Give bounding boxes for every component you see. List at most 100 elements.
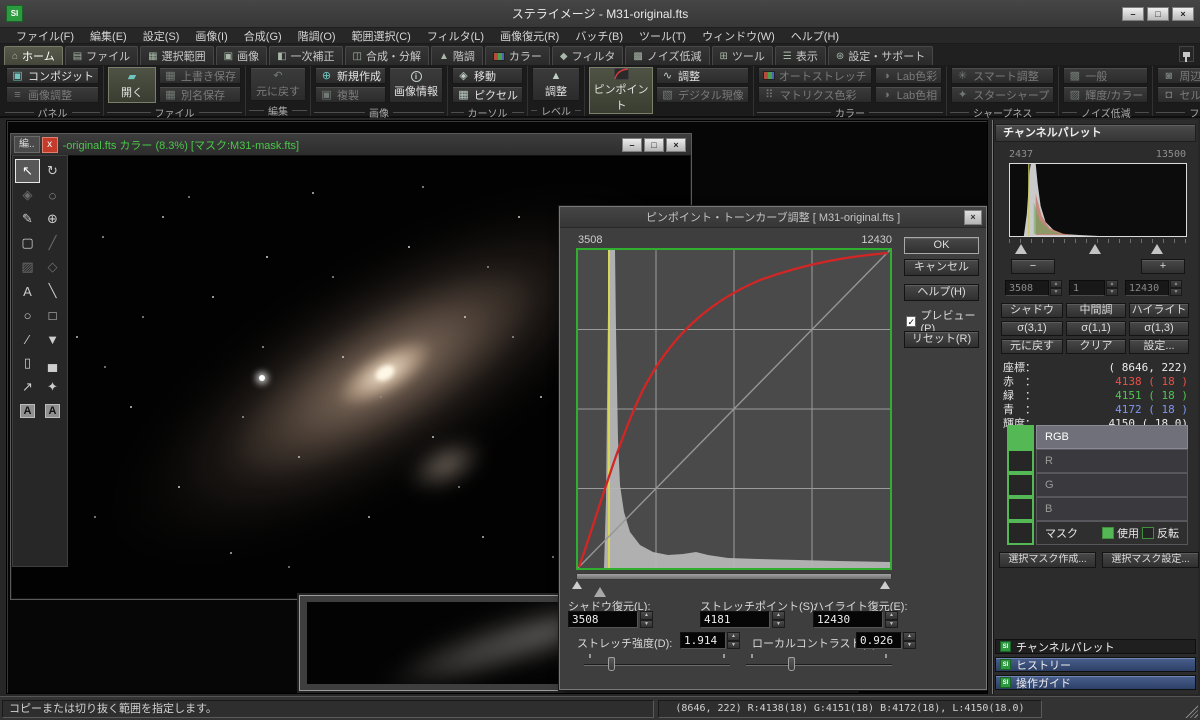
pan-tool[interactable]: ◈ — [15, 183, 40, 207]
create-selection-mask-button[interactable]: 選択マスク作成... — [999, 552, 1096, 568]
channel-row-g[interactable]: G — [1007, 473, 1188, 497]
shadow-spinner[interactable]: ▲▼ — [640, 611, 653, 628]
level-mid-field[interactable] — [1069, 280, 1105, 296]
menu-filter[interactable]: フィルタ(L) — [419, 28, 492, 44]
menu-file[interactable]: ファイル(F) — [8, 28, 82, 44]
pencil-tool[interactable]: ∕ — [15, 327, 40, 351]
rgb-swatch[interactable] — [1007, 425, 1034, 449]
maximize-button[interactable]: □ — [1147, 7, 1169, 21]
menu-settings[interactable]: 設定(S) — [135, 28, 188, 44]
digital-development-button[interactable]: ▧デジタル現像 — [656, 86, 749, 103]
matrix-color-button[interactable]: ⠿マトリクス色彩 — [758, 86, 872, 103]
hist-highlight-marker[interactable] — [1151, 244, 1163, 254]
minimize-button[interactable]: – — [1122, 7, 1144, 21]
tab-settings-support[interactable]: ⊛設定・サポート — [828, 46, 933, 65]
rect-tool[interactable]: □ — [40, 303, 65, 327]
pinpoint-tone-curve-button[interactable]: ピンポイント — [589, 67, 653, 114]
level-min-field[interactable] — [1005, 280, 1049, 296]
menu-edit[interactable]: 編集(E) — [82, 28, 135, 44]
tab-selection[interactable]: ▦選択範囲 — [140, 46, 213, 65]
auto-stretch-button[interactable]: オートストレッチ — [758, 67, 872, 84]
lab-hue-button[interactable]: ◑Lab色相 — [875, 86, 942, 103]
b-swatch[interactable] — [1007, 497, 1034, 521]
self-flat-button[interactable]: ◘セルフフラット — [1157, 86, 1200, 103]
tab-composite-decompose[interactable]: ◫合成・分解 — [345, 46, 429, 65]
operation-guide-bar[interactable]: SI操作ガイド — [995, 675, 1196, 690]
undo-button[interactable]: ↶元に戻す — [250, 67, 306, 101]
ruler-tool[interactable]: ▯ — [15, 351, 40, 375]
r-swatch[interactable] — [1007, 449, 1034, 473]
move-cursor-button[interactable]: ◈移動 — [452, 67, 523, 84]
ribbon-pin-button[interactable] — [1179, 46, 1194, 62]
level-mid-spinner[interactable]: ▲▼ — [1106, 280, 1118, 296]
stretch-spinner[interactable]: ▲▼ — [772, 611, 785, 628]
tab-primary-correction[interactable]: ◧一次補正 — [269, 46, 342, 65]
image-close-button[interactable]: × — [666, 138, 686, 152]
highlight-restore-field[interactable] — [813, 611, 883, 628]
tab-file[interactable]: ▤ファイル — [65, 46, 138, 65]
channel-palette-bar[interactable]: SIチャンネルパレット — [995, 639, 1196, 654]
image-minimize-button[interactable]: – — [622, 138, 642, 152]
level-max-field[interactable] — [1125, 280, 1169, 296]
channel-row-rgb[interactable]: RGB — [1007, 425, 1188, 449]
mask-invert-checkbox[interactable] — [1142, 527, 1154, 539]
slider-thumb[interactable] — [788, 657, 795, 671]
star-sharp-button[interactable]: ✦スターシャープ — [951, 86, 1054, 103]
noise-luminance-color-button[interactable]: ▨輝度/カラー — [1063, 86, 1148, 103]
strength-spinner[interactable]: ▲▼ — [727, 632, 740, 649]
g-swatch[interactable] — [1007, 473, 1034, 497]
menu-gradation[interactable]: 階調(O) — [290, 28, 344, 44]
channel-palette-header[interactable]: チャンネルパレット — [995, 124, 1196, 142]
settings-button[interactable]: 設定... — [1129, 339, 1189, 354]
text-box-tool[interactable]: A — [15, 399, 40, 423]
image-maximize-button[interactable]: □ — [644, 138, 664, 152]
menu-batch[interactable]: バッチ(B) — [567, 28, 631, 44]
tone-curve-chart[interactable] — [576, 248, 892, 570]
hist-shadow-marker[interactable] — [1015, 244, 1027, 254]
vignetting-button[interactable]: ◙周辺減光 — [1157, 67, 1200, 84]
midtone-button[interactable]: 中間調 — [1066, 303, 1126, 318]
menu-restoration[interactable]: 画像復元(R) — [492, 28, 567, 44]
level-min-spinner[interactable]: ▲▼ — [1050, 280, 1062, 296]
highlight-button[interactable]: ハイライト — [1129, 303, 1189, 318]
menu-composite[interactable]: 合成(G) — [236, 28, 290, 44]
tab-noise-reduction[interactable]: ▩ノイズ低減 — [625, 46, 709, 65]
tab-filter[interactable]: ◆フィルタ — [552, 46, 623, 65]
history-bar[interactable]: SIヒストリー — [995, 657, 1196, 672]
duplicate-button[interactable]: ▣複製 — [315, 86, 386, 103]
histogram-minus-button[interactable]: − — [1011, 259, 1055, 274]
tab-home[interactable]: ⌂ホーム — [4, 46, 63, 65]
local-contrast-slider[interactable] — [746, 652, 892, 672]
fill-tool[interactable]: ▼ — [40, 327, 65, 351]
preview-checkbox[interactable]: ✓ — [906, 316, 916, 327]
dialog-close-button[interactable]: × — [964, 210, 982, 225]
channel-row-mask[interactable]: マスク 使用 反転 — [1007, 521, 1188, 545]
dialog-titlebar[interactable]: ピンポイント・トーンカーブ調整 [ M31-original.fts ] × — [560, 207, 986, 228]
hist-midtone-marker[interactable] — [1089, 244, 1101, 254]
help-button[interactable]: ヘルプ(H) — [904, 284, 979, 301]
stamp-tool[interactable]: ▄ — [40, 351, 65, 375]
highlight-spinner[interactable]: ▲▼ — [885, 611, 898, 628]
local-contrast-field[interactable] — [856, 632, 902, 649]
local-contrast-spinner[interactable]: ▲▼ — [903, 632, 916, 649]
revert-button[interactable]: 元に戻す — [1001, 339, 1063, 354]
text-box-alt-tool[interactable]: A — [40, 399, 65, 423]
lab-color-button[interactable]: ◑Lab色彩 — [875, 67, 942, 84]
slider-thumb[interactable] — [608, 657, 615, 671]
curve-scroll-strip[interactable] — [576, 573, 892, 580]
level-max-spinner[interactable]: ▲▼ — [1170, 280, 1182, 296]
tab-view[interactable]: ☰表示 — [775, 46, 826, 65]
mask-use-checkbox[interactable] — [1102, 527, 1114, 539]
line-select-tool[interactable]: ╱ — [40, 231, 65, 255]
reset-button[interactable]: リセット(R) — [904, 331, 979, 348]
stretch-point-marker[interactable] — [594, 587, 606, 597]
image-info-button[interactable]: i画像情報 — [389, 67, 443, 103]
menu-tools[interactable]: ツール(T) — [631, 28, 694, 44]
level-adjust-button[interactable]: ▲調整 — [532, 67, 580, 101]
open-button[interactable]: ▰開く — [108, 67, 156, 103]
tab-tools[interactable]: ⊞ツール — [712, 46, 773, 65]
new-image-button[interactable]: ⊕新規作成 — [315, 67, 386, 84]
edit-palette-tab[interactable]: 編.. — [14, 136, 40, 153]
noise-general-button[interactable]: ▩一般 — [1063, 67, 1148, 84]
smart-adjust-button[interactable]: ✳スマート調整 — [951, 67, 1054, 84]
